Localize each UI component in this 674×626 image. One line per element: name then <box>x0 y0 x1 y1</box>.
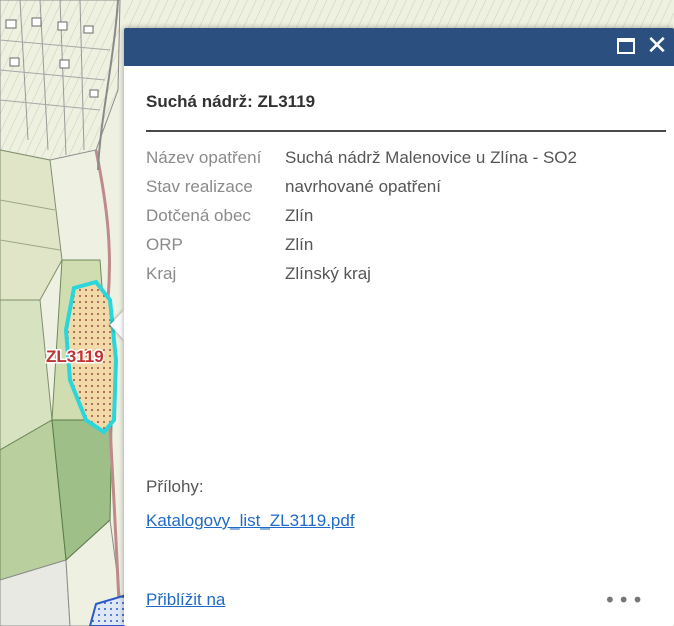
attribute-table: Název opatření Suchá nádrž Malenovice u … <box>144 147 669 292</box>
popup-header: ✕ <box>124 28 674 66</box>
popup-title: Suchá nádrž: ZL3119 <box>146 92 316 111</box>
attribute-row: Kraj Zlínský kraj <box>144 263 669 292</box>
attribute-row: ORP Zlín <box>144 234 669 263</box>
attribute-value: Zlín <box>285 235 314 254</box>
attribute-label: Dotčená obec <box>146 206 251 225</box>
attribute-value: navrhované opatření <box>285 177 441 196</box>
popup-pointer <box>110 309 125 341</box>
attribute-row: Název opatření Suchá nádrž Malenovice u … <box>144 147 669 176</box>
attachments-label: Přílohy: <box>146 477 204 496</box>
attribute-label: Název opatření <box>146 148 262 167</box>
map-top-strip <box>124 0 674 28</box>
close-icon[interactable]: ✕ <box>645 33 669 59</box>
feature-label: ZL3119 <box>46 347 104 366</box>
attribute-label: Stav realizace <box>146 177 253 196</box>
title-divider <box>146 130 666 132</box>
attachment-link[interactable]: Katalogovy_list_ZL3119.pdf <box>146 511 355 531</box>
maximize-icon[interactable] <box>617 38 635 54</box>
zoom-to-link[interactable]: Přiblížit na <box>146 590 225 610</box>
attribute-label: Kraj <box>146 264 177 283</box>
attribute-label: ORP <box>146 235 183 254</box>
attribute-value: Suchá nádrž Malenovice u Zlína - SO2 <box>285 148 577 167</box>
feature-popup: ✕ Suchá nádrž: ZL3119 Název opatření Suc… <box>124 28 674 626</box>
attribute-row: Dotčená obec Zlín <box>144 205 669 234</box>
attribute-value: Zlín <box>285 206 314 225</box>
more-icon[interactable]: ••• <box>604 590 645 610</box>
attribute-row: Stav realizace navrhované opatření <box>144 176 669 205</box>
attribute-value: Zlínský kraj <box>285 264 371 283</box>
